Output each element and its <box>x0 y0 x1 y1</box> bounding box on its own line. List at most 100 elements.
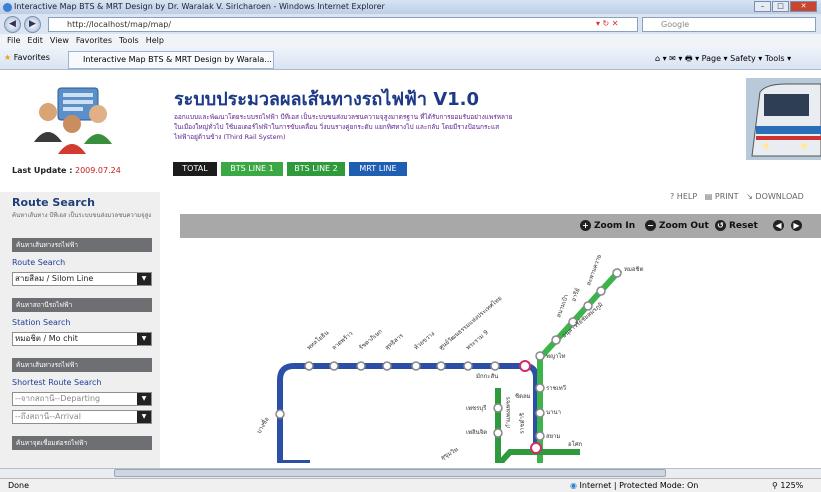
chevron-down-icon: ▼ <box>137 411 151 423</box>
favorites-button[interactable]: ★ Favorites <box>4 53 50 62</box>
route-line-value: สายสีลม / Silom Line <box>15 274 94 283</box>
station-label: ราชเทวี <box>546 384 566 392</box>
interchange-icon <box>519 360 531 372</box>
station-label: สยาม <box>546 433 561 440</box>
arrow-left-icon: ◀ <box>773 220 784 231</box>
tab-total[interactable]: TOTAL <box>173 162 217 176</box>
station-label: อนุสาวรีย์ชัยสมรภูมิ <box>560 300 604 339</box>
tool-links: ? HELP ▤ PRINT ↘ DOWNLOAD <box>670 192 804 201</box>
last-update: Last Update : 2009.07.24 <box>12 166 121 175</box>
scrollbar-thumb[interactable] <box>114 469 666 477</box>
sidebar: Route Search ค้นหาเส้นทาง บีทีเอส เป็นระ… <box>0 192 160 468</box>
station-label: ราชดำริ <box>519 412 526 434</box>
refresh-stop-icons[interactable]: ▾ ↻ ✕ <box>596 19 619 28</box>
menu-tools[interactable]: Tools <box>119 36 139 45</box>
interchange-icon <box>530 442 542 454</box>
help-label: HELP <box>676 192 698 201</box>
arrow-right-icon: ▶ <box>791 220 802 231</box>
window-titlebar: Interactive Map BTS & MRT Design by Dr. … <box>0 0 821 14</box>
shortest-route-label: Shortest Route Search <box>12 378 102 387</box>
help-link[interactable]: ? HELP <box>670 192 697 201</box>
pan-right-button[interactable]: ▶ <box>791 220 805 231</box>
station-label: ห้วยขวาง <box>413 330 436 351</box>
last-update-value: 2009.07.24 <box>75 166 121 175</box>
sidebar-subtitle: ค้นหาเส้นทาง บีทีเอส เป็นระบบขนส่งมวลชนค… <box>12 212 152 219</box>
zoom-in-button[interactable]: + Zoom In <box>580 220 635 231</box>
section-bar-interchange: ค้นหาจุดเชื่อมต่อรถไฟฟ้า <box>12 436 152 450</box>
maximize-button[interactable]: □ <box>772 1 789 12</box>
skytrain-image <box>746 78 821 160</box>
departing-select[interactable]: --จากสถานี--Departing ▼ <box>12 392 152 406</box>
station-search-label: Station Search <box>12 318 71 327</box>
route-search-label: Route Search <box>12 258 66 267</box>
print-link[interactable]: ▤ PRINT <box>705 192 739 201</box>
station-label: เพชรบุรี <box>466 404 487 412</box>
station-select[interactable]: หมอชิต / Mo chit ▼ <box>12 332 152 346</box>
station-label: พญาไท <box>546 352 565 360</box>
section-bar-station: ค้นหาสถานีรถไฟฟ้า <box>12 298 152 312</box>
menu-view[interactable]: View <box>50 36 69 45</box>
tab-mrt-line[interactable]: MRT LINE <box>349 162 407 176</box>
arrival-select[interactable]: --ถึงสถานี--Arrival ▼ <box>12 410 152 424</box>
station-value: หมอชิต / Mo chit <box>15 334 78 343</box>
reset-icon: ↺ <box>715 220 726 231</box>
reset-button[interactable]: ↺ Reset <box>715 220 758 231</box>
menu-favorites[interactable]: Favorites <box>76 36 112 45</box>
close-button[interactable]: ✕ <box>790 1 817 12</box>
menu-bar: File Edit View Favorites Tools Help <box>0 34 821 48</box>
tab-bts-line-2[interactable]: BTS LINE 2 <box>287 162 345 176</box>
back-icon[interactable]: ◀ <box>4 16 21 33</box>
safety-menu[interactable]: Safety ▾ <box>730 54 762 63</box>
station-label: สุขุมวิท <box>440 446 460 462</box>
page-menu[interactable]: Page ▾ <box>702 54 728 63</box>
zoom-level-text: 125% <box>780 481 804 490</box>
print-icon: ▤ <box>704 192 713 201</box>
address-bar[interactable]: http://localhost/map/map/ <box>48 17 638 32</box>
ie-logo-icon <box>3 3 12 12</box>
route-line-select[interactable]: สายสีลม / Silom Line ▼ <box>12 272 152 286</box>
tab-bts-line-1[interactable]: BTS LINE 1 <box>221 162 283 176</box>
station-label: พหลโยธิน <box>305 329 330 352</box>
tools-menu[interactable]: Tools ▾ <box>765 54 791 63</box>
pan-left-button[interactable]: ◀ <box>773 220 787 231</box>
menu-help[interactable]: Help <box>146 36 164 45</box>
search-input[interactable]: Google <box>642 17 816 32</box>
station-label: บางซื่อ <box>255 415 271 435</box>
station-label: ชิดลม <box>515 393 531 400</box>
arrival-value: --ถึงสถานี--Arrival <box>15 412 81 421</box>
page-description: ออกแบบและพัฒนาโดยระบบรถไฟฟ้า บีทีเอส เป็… <box>174 113 513 141</box>
zoom-out-button[interactable]: − Zoom Out <box>645 220 709 231</box>
station-label: พระราม 9 <box>465 329 490 352</box>
sidebar-title: Route Search <box>12 196 95 209</box>
download-link[interactable]: ↘ DOWNLOAD <box>746 192 804 201</box>
forward-icon[interactable]: ▶ <box>24 16 41 33</box>
station-label: ลาดพร้าว <box>331 330 355 351</box>
magnifier-icon: ⚲ <box>772 481 778 490</box>
plus-icon: + <box>580 220 591 231</box>
station-label: รัชดาภิเษก <box>358 328 384 352</box>
map-toolbar: + Zoom In − Zoom Out ↺ Reset ◀ ▶ <box>180 214 821 238</box>
station-label: มักกะสัน <box>476 373 498 380</box>
section-bar-shortest: ค้นหาเส้นทางรถไฟฟ้า <box>12 358 152 372</box>
menu-file[interactable]: File <box>7 36 20 45</box>
browser-tab[interactable]: Interactive Map BTS & MRT Design by Wara… <box>68 51 274 69</box>
station-label: สุทธิสาร <box>384 332 406 352</box>
station-label: กำแพงเพชร <box>505 396 512 428</box>
section-bar-route: ค้นหาเส้นทางรถไฟฟ้า <box>12 238 152 252</box>
departing-value: --จากสถานี--Departing <box>15 394 101 403</box>
command-bar[interactable]: ⌂ ▾ ✉ ▾ 🖶 ▾ Page ▾ Safety ▾ Tools ▾ <box>655 53 791 67</box>
security-zone-text: Internet | Protected Mode: On <box>579 481 699 490</box>
page-header: ระบบประมวลผลเส้นทางรถไฟฟ้า V1.0 ออกแบบแล… <box>0 70 821 183</box>
globe-icon: ◉ <box>570 481 577 490</box>
minimize-button[interactable]: – <box>754 1 771 12</box>
station-label: สะพานควาย <box>585 254 603 287</box>
transit-map[interactable]: พหลโยธิน ลาดพร้าว รัชดาภิเษก สุทธิสาร ห้… <box>180 238 821 463</box>
favorites-label: Favorites <box>13 53 50 62</box>
reset-label: Reset <box>729 221 758 231</box>
menu-edit[interactable]: Edit <box>27 36 43 45</box>
station-labels: พหลโยธิน ลาดพร้าว รัชดาภิเษก สุทธิสาร ห้… <box>255 254 644 462</box>
security-zone: ◉ Internet | Protected Mode: On <box>570 479 698 492</box>
last-update-label: Last Update : <box>12 166 73 175</box>
station-markers <box>275 268 622 441</box>
zoom-level[interactable]: ⚲ 125% <box>772 479 803 492</box>
